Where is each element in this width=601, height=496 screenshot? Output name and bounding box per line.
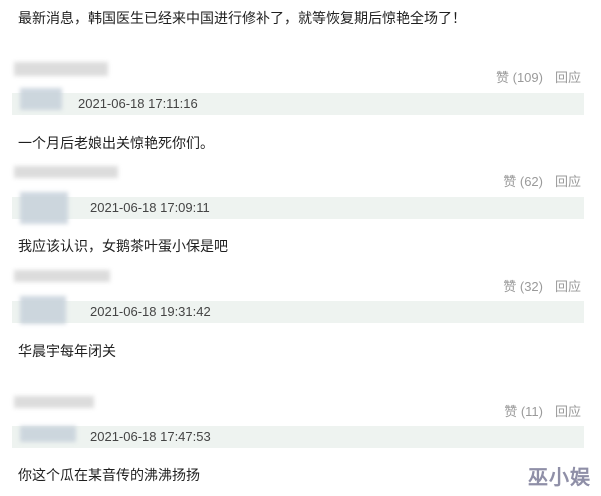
like-button[interactable]: 赞 (62)	[503, 171, 543, 190]
comment-text: 华晨宇每年闭关	[18, 343, 116, 359]
reply-button[interactable]: 回应	[555, 171, 581, 190]
comment-actions: 赞 (32) 回应	[503, 276, 581, 295]
blurred-username	[14, 396, 94, 408]
like-button[interactable]: 赞 (32)	[503, 276, 543, 295]
blurred-username	[14, 166, 118, 178]
comment-timestamp: 2021-06-18 17:11:16	[78, 96, 198, 111]
like-button[interactable]: 赞 (109)	[496, 67, 543, 86]
comment-timestamp: 2021-06-18 17:47:53	[90, 429, 211, 444]
comment-text: 一个月后老娘出关惊艳死你们。	[18, 135, 214, 151]
avatar[interactable]	[20, 296, 66, 324]
like-button[interactable]: 赞 (11)	[504, 401, 543, 420]
reply-button[interactable]: 回应	[555, 276, 581, 295]
avatar[interactable]	[20, 192, 68, 224]
reply-button[interactable]: 回应	[555, 401, 581, 420]
top-message: 最新消息，韩国医生已经来中国进行修补了，就等恢复期后惊艳全场了！	[18, 10, 466, 26]
blurred-username	[14, 270, 110, 282]
comment-timestamp: 2021-06-18 19:31:42	[90, 304, 211, 319]
comment-timestamp: 2021-06-18 17:09:11	[90, 200, 210, 215]
comment-actions: 赞 (62) 回应	[503, 171, 581, 190]
comment-actions: 赞 (109) 回应	[496, 67, 581, 86]
blurred-username	[14, 62, 108, 76]
comment-thread: 最新消息，韩国医生已经来中国进行修补了，就等恢复期后惊艳全场了！ 赞 (109)…	[0, 0, 601, 496]
avatar[interactable]	[20, 426, 76, 442]
comment-actions: 赞 (11) 回应	[504, 401, 581, 420]
avatar[interactable]	[20, 88, 62, 110]
reply-button[interactable]: 回应	[555, 67, 581, 86]
comment-text: 你这个瓜在某音传的沸沸扬扬	[18, 467, 200, 483]
watermark-logo: 巫小娱	[528, 465, 591, 489]
comment-text: 我应该认识，女鹅茶叶蛋小保是吧	[18, 238, 228, 254]
